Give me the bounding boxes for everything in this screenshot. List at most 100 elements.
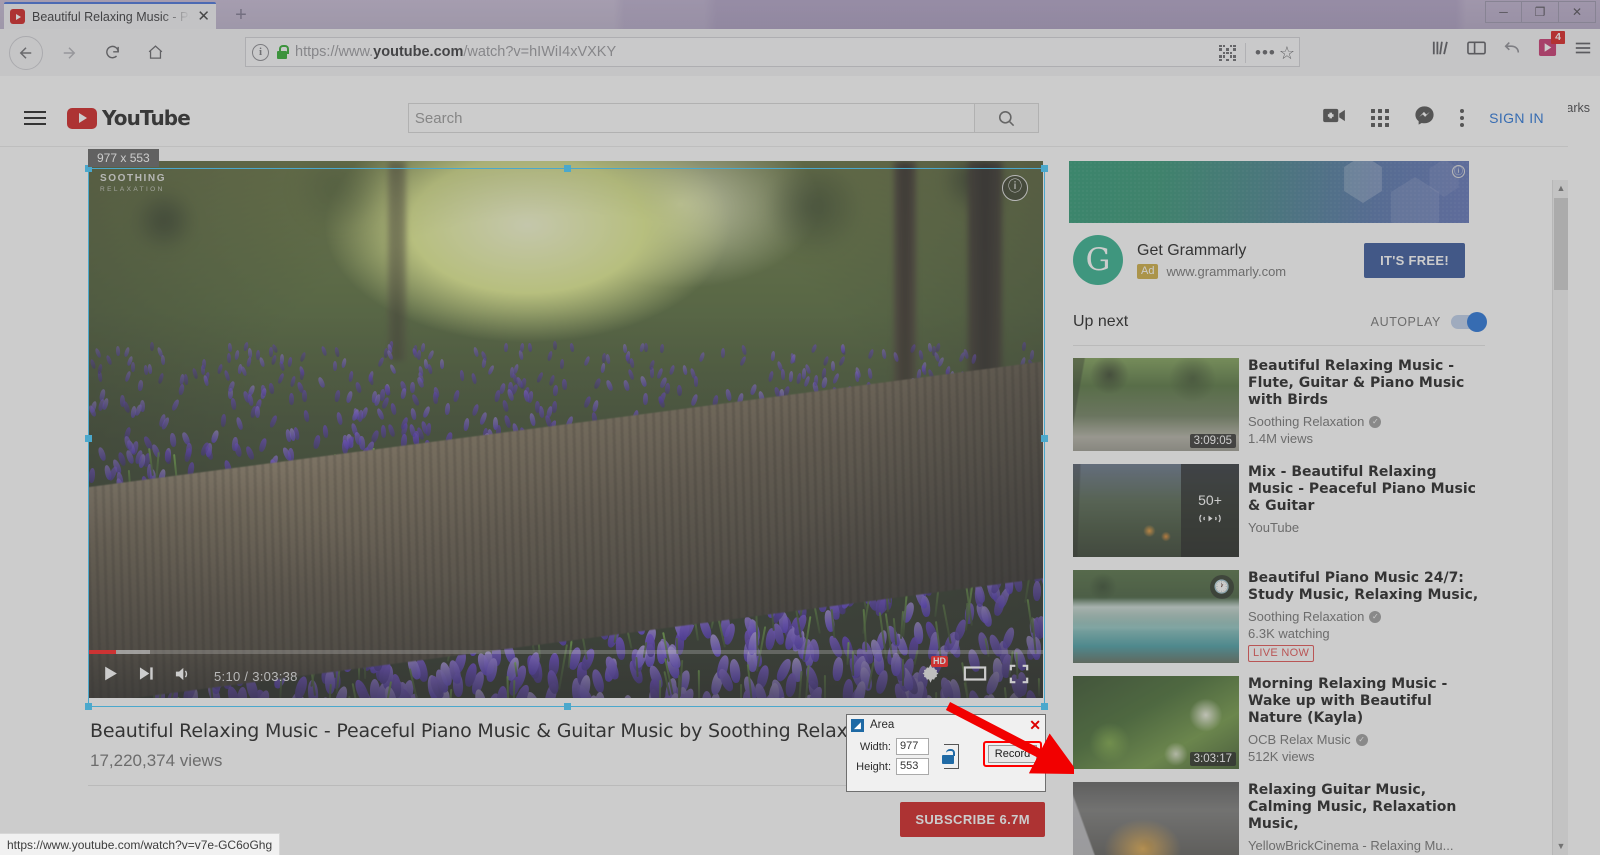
- video-thumbnail[interactable]: 🕐: [1073, 570, 1239, 663]
- reload-button[interactable]: [95, 36, 129, 70]
- theater-mode-icon[interactable]: [963, 664, 987, 688]
- youtube-play-icon: [67, 107, 97, 129]
- toolbar-right-icons: 4: [1432, 31, 1592, 57]
- back-button[interactable]: [9, 35, 43, 70]
- minimize-button[interactable]: ─: [1485, 1, 1522, 23]
- page-scrollbar[interactable]: ▲ ▼: [1552, 180, 1568, 855]
- channel-name[interactable]: Soothing Relaxation ✓: [1248, 414, 1485, 429]
- restore-button[interactable]: ❐: [1522, 1, 1559, 23]
- time-display: 5:10 / 3:03:38: [214, 668, 298, 684]
- scroll-up-arrow[interactable]: ▲: [1553, 180, 1569, 197]
- hamburger-icon[interactable]: [24, 111, 46, 125]
- view-count: 17,220,374 views: [90, 751, 223, 770]
- browser-tab[interactable]: Beautiful Relaxing Music - Pe ✕: [4, 2, 216, 29]
- scroll-down-arrow[interactable]: ▼: [1553, 838, 1569, 855]
- extension-badge: 4: [1551, 31, 1565, 44]
- video-meta: 512K views: [1248, 749, 1315, 764]
- home-button[interactable]: [138, 36, 172, 70]
- play-button[interactable]: [102, 665, 119, 687]
- url-text: https://www.youtube.com/watch?v=hIWiI4xV…: [295, 44, 617, 60]
- video-player[interactable]: SOOTHING RELAXATION ⓘ 5:10 / 3:03:38 HD: [88, 161, 1043, 698]
- volume-button[interactable]: [174, 666, 193, 687]
- recommended-video-title: Morning Relaxing Music - Wake up with Be…: [1248, 676, 1448, 726]
- recommended-video-item[interactable]: 3:03:17 Morning Relaxing Music - Wake up …: [1073, 676, 1485, 769]
- channel-name[interactable]: YouTube: [1248, 520, 1485, 535]
- video-info: Morning Relaxing Music - Wake up with Be…: [1248, 676, 1485, 769]
- apps-grid-icon[interactable]: [1371, 109, 1390, 127]
- player-controls: 5:10 / 3:03:38 HD: [88, 654, 1043, 698]
- channel-name[interactable]: YellowBrickCinema - Relaxing Mu...: [1248, 838, 1485, 853]
- ad-url: www.grammarly.com: [1166, 263, 1287, 279]
- youtube-logo-text: YouTube: [102, 106, 191, 130]
- qr-code-icon[interactable]: [1219, 44, 1236, 62]
- sidebar-ad[interactable]: ⓘ Get Grammarly Ad www.grammarly.com IT'…: [1069, 161, 1469, 299]
- video-thumbnail[interactable]: 3:03:17: [1073, 676, 1239, 769]
- site-info-icon[interactable]: i: [252, 43, 269, 61]
- browser-menu-icon[interactable]: [1574, 40, 1592, 56]
- undo-close-tab-icon[interactable]: [1503, 40, 1521, 56]
- mix-badge: 50+: [1181, 464, 1239, 557]
- notifications-icon[interactable]: [1414, 105, 1435, 131]
- recommended-video-title: Beautiful Relaxing Music - Flute, Guitar…: [1248, 358, 1465, 408]
- status-bar: https://www.youtube.com/watch?v=v7e-GC6o…: [0, 833, 281, 855]
- browser-tab-title: Beautiful Relaxing Music - Pe: [32, 9, 191, 24]
- scrollbar-thumb[interactable]: [1554, 198, 1568, 290]
- recommended-video-item[interactable]: 50+ Mix - Beautiful Relaxing Music - Peac…: [1073, 464, 1485, 557]
- video-thumbnail[interactable]: 3:09:05: [1073, 358, 1239, 451]
- bookmark-star-icon[interactable]: ☆: [1279, 43, 1295, 64]
- channel-name[interactable]: OCB Relax Music ✓: [1248, 732, 1485, 747]
- recommended-video-title: Beautiful Piano Music 24/7: Study Music,…: [1248, 570, 1479, 603]
- video-info-icon[interactable]: ⓘ: [1002, 175, 1028, 201]
- video-duration: 3:09:05: [1189, 434, 1236, 448]
- ad-info-icon[interactable]: ⓘ: [1452, 165, 1465, 178]
- recommended-video-item[interactable]: 3:09:05 Beautiful Relaxing Music - Flute,…: [1073, 358, 1485, 451]
- close-tab-icon[interactable]: ✕: [197, 9, 210, 24]
- youtube-logo[interactable]: YouTube: [67, 106, 191, 130]
- width-input[interactable]: 977: [896, 738, 929, 755]
- header-actions: SIGN IN: [1323, 105, 1544, 131]
- fullscreen-icon[interactable]: [1009, 664, 1029, 689]
- create-video-icon[interactable]: [1323, 107, 1346, 129]
- library-icon[interactable]: [1432, 40, 1450, 56]
- screen-recorder-extension-icon[interactable]: 4: [1538, 31, 1565, 57]
- sign-in-button[interactable]: SIGN IN: [1489, 110, 1544, 126]
- playlist-icon: [1197, 512, 1223, 530]
- live-badge: LIVE NOW: [1248, 645, 1315, 662]
- sidebar-icon[interactable]: [1467, 40, 1486, 56]
- search-input[interactable]: Search: [407, 103, 975, 133]
- lock-icon: [276, 45, 289, 59]
- watch-later-icon[interactable]: 🕐: [1210, 575, 1234, 599]
- autoplay-toggle[interactable]: [1451, 312, 1487, 332]
- ad-subtitle: Ad www.grammarly.com: [1137, 263, 1287, 279]
- search-placeholder: Search: [414, 109, 463, 127]
- recommended-videos-list: 3:09:05 Beautiful Relaxing Music - Flute,…: [1069, 346, 1489, 855]
- recommended-video-item[interactable]: 🕐 Beautiful Piano Music 24/7: Study Music…: [1073, 570, 1485, 663]
- ad-text-block: Get Grammarly Ad www.grammarly.com: [1137, 242, 1286, 279]
- new-tab-button[interactable]: +: [228, 4, 254, 28]
- settings-gear-icon[interactable]: HD: [920, 656, 948, 689]
- page-actions-icon[interactable]: •••: [1255, 44, 1276, 61]
- hd-badge: HD: [931, 656, 948, 667]
- subscribe-button[interactable]: SUBSCRIBE 6.7M: [900, 802, 1045, 837]
- channel-name[interactable]: Soothing Relaxation ✓: [1248, 609, 1485, 624]
- recommended-video-title: Mix - Beautiful Relaxing Music - Peacefu…: [1248, 464, 1476, 514]
- video-thumbnail[interactable]: 50+: [1073, 464, 1239, 557]
- next-video-button[interactable]: [138, 666, 155, 686]
- height-input[interactable]: 553: [896, 758, 929, 775]
- forward-button[interactable]: [52, 36, 86, 70]
- up-next-title: Up next: [1073, 313, 1129, 330]
- address-bar[interactable]: i https://www.youtube.com/watch?v=hIWiI4…: [245, 37, 1300, 67]
- video-duration: 3:03:17: [1189, 752, 1236, 766]
- width-row: Width: 977: [853, 738, 929, 755]
- recommended-video-item[interactable]: Relaxing Guitar Music, Calming Music, Re…: [1073, 782, 1485, 855]
- address-bar-actions: ••• ☆: [1219, 38, 1299, 68]
- search-button[interactable]: [974, 103, 1039, 133]
- video-thumbnail[interactable]: [1073, 782, 1239, 855]
- video-info: Mix - Beautiful Relaxing Music - Peacefu…: [1248, 464, 1485, 557]
- secondary-column: ⓘ Get Grammarly Ad www.grammarly.com IT'…: [1069, 161, 1489, 855]
- close-window-button[interactable]: ✕: [1559, 1, 1596, 23]
- window-controls: ─ ❐ ✕: [1485, 1, 1596, 23]
- kebab-menu-icon[interactable]: [1460, 109, 1465, 127]
- autoplay-control[interactable]: AUTOPLAY: [1371, 312, 1487, 332]
- ad-cta-button[interactable]: IT'S FREE!: [1364, 242, 1465, 278]
